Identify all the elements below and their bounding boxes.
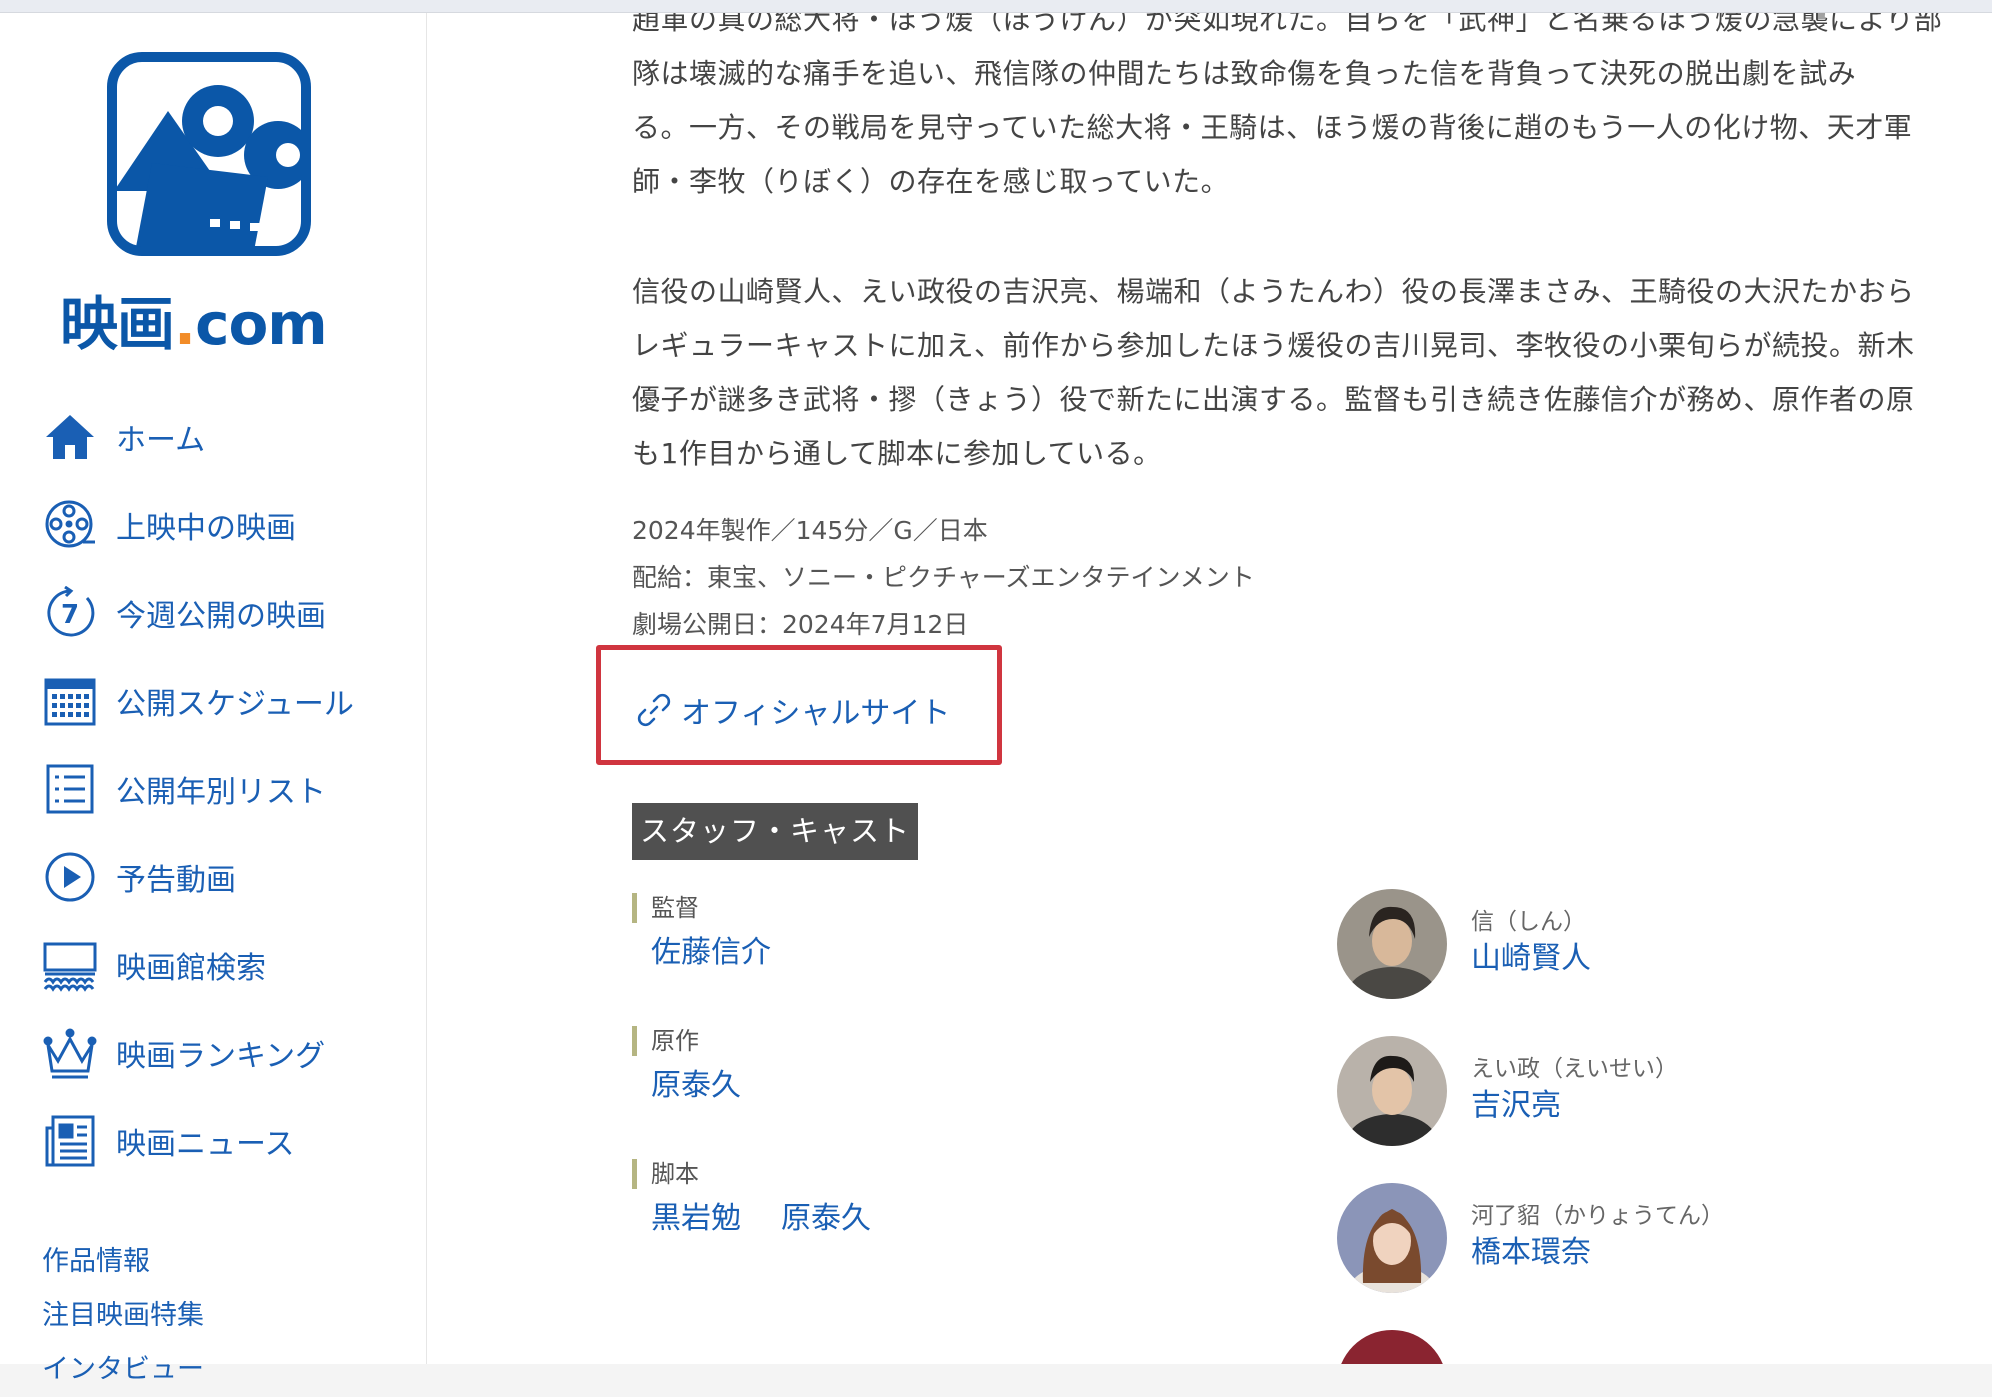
staff-name-link[interactable]: 原泰久	[651, 1064, 741, 1108]
logo-text-main: 映画	[60, 290, 175, 358]
sublink-featured[interactable]: 注目映画特集	[42, 1289, 204, 1343]
synopsis-paragraph-1: 趙軍の真の総大将・ほう煖（ほうけん）が突如現れた。自らを「武神」と名乗るほう煖の…	[632, 13, 1942, 209]
cast-text: えい政（えいせい） 吉沢亮	[1471, 1054, 1678, 1128]
nav-label: 映画ランキング	[116, 1039, 326, 1074]
production-info: 2024年製作／145分／G／日本	[632, 516, 988, 545]
nav-item-schedule[interactable]: 公開スケジュール	[40, 657, 420, 745]
official-site-link[interactable]: オフィシャルサイト	[637, 688, 950, 732]
main-content: 趙軍の真の総大将・ほう煖（ほうけん）が突如現れた。自らを「武神」と名乗るほう煖の…	[427, 13, 1992, 1364]
nav-label: 映画ニュース	[116, 1127, 295, 1162]
main-nav: ホーム 上映中の映画 7 今週公開の映画 公開スケジュール 公開年別リスト 予告…	[40, 393, 420, 1185]
staff-list: 監督 佐藤信介 原作 原泰久 脚本 黒岩勉 原泰久	[632, 893, 1332, 1292]
nav-label: 上映中の映画	[116, 511, 296, 546]
staff-role: 監督	[632, 893, 1332, 923]
synopsis-line: 信役の山崎賢人、えい政役の吉沢亮、楊端和（ようたんわ）役の長澤まさみ、王騎役の大…	[632, 275, 1915, 308]
nav-item-trailers[interactable]: 予告動画	[40, 833, 420, 921]
sidebar-sublinks: 作品情報 注目映画特集 インタビュー	[42, 1235, 204, 1397]
nav-label: 映画館検索	[116, 951, 266, 986]
nav-item-this-week[interactable]: 7 今週公開の映画	[40, 569, 420, 657]
nav-item-yearly-list[interactable]: 公開年別リスト	[40, 745, 420, 833]
avatar[interactable]	[1337, 1330, 1447, 1364]
cast-name-link[interactable]: 山崎賢人	[1471, 937, 1591, 981]
logo-dot: .	[174, 290, 196, 358]
synopsis-line: 隊は壊滅的な痛手を追い、飛信隊の仲間たちは致命傷を負った信を背負って決死の脱出劇…	[632, 57, 1857, 90]
staff-group-original: 原作 原泰久	[632, 1026, 1332, 1159]
cast-item: えい政（えいせい） 吉沢亮	[1337, 1035, 1987, 1147]
home-icon	[40, 407, 100, 467]
staff-name-link[interactable]: 原泰久	[781, 1197, 871, 1241]
sublink-work-info[interactable]: 作品情報	[42, 1235, 204, 1289]
nav-label: ホーム	[116, 423, 206, 458]
play-icon	[40, 847, 100, 907]
staff-role: 原作	[632, 1026, 1332, 1056]
staff-names: 原泰久	[632, 1064, 1332, 1108]
synopsis-line: レギュラーキャストに加え、前作から参加したほう煖役の吉川晃司、李牧役の小栗旬らが…	[632, 329, 1915, 362]
nav-label: 今週公開の映画	[116, 599, 326, 634]
official-site-highlight: オフィシャルサイト	[596, 645, 1002, 765]
staff-cast-header: スタッフ・キャスト	[632, 803, 918, 860]
staff-role: 脚本	[632, 1159, 1332, 1189]
cast-text: 河了貂（かりょうてん） 橋本環奈	[1471, 1201, 1724, 1275]
newspaper-icon	[40, 1111, 100, 1171]
site-logo[interactable]: 映画.com	[60, 51, 360, 371]
list-icon	[40, 759, 100, 819]
cast-role: 信（しん）	[1471, 909, 1586, 935]
browser-top-bar	[0, 0, 1992, 13]
synopsis-line: 優子が謎多き武将・摎（きょう）役で新たに出演する。監督も引き続き佐藤信介が務め、…	[632, 383, 1915, 416]
logo-tld: com	[195, 290, 328, 358]
link-icon	[637, 693, 671, 727]
official-site-label: オフィシャルサイト	[681, 696, 951, 731]
cast-name-link[interactable]: 吉沢亮	[1471, 1084, 1678, 1128]
nav-item-ranking[interactable]: 映画ランキング	[40, 1009, 420, 1097]
release-date: 劇場公開日：2024年7月12日	[632, 610, 969, 639]
staff-name-link[interactable]: 佐藤信介	[651, 931, 771, 975]
nav-label: 公開年別リスト	[116, 775, 326, 810]
sidebar: 映画.com ホーム 上映中の映画 7 今週公開の映画 公開スケジュール 公開年…	[0, 13, 427, 1385]
calendar-icon	[40, 671, 100, 731]
nav-item-now-showing[interactable]: 上映中の映画	[40, 481, 420, 569]
nav-item-home[interactable]: ホーム	[40, 393, 420, 481]
film-reel-icon	[40, 495, 100, 555]
avatar[interactable]	[1337, 1036, 1447, 1146]
logo-mark-icon	[107, 52, 311, 256]
cast-item: 河了貂（かりょうてん） 橋本環奈	[1337, 1182, 1987, 1294]
avatar[interactable]	[1337, 1183, 1447, 1293]
svg-text:7: 7	[61, 600, 79, 630]
staff-names: 佐藤信介	[632, 931, 1332, 975]
nav-label: 公開スケジュール	[116, 687, 354, 722]
synopsis-line: る。一方、その戦局を見守っていた総大将・王騎は、ほう煖の背後に趙のもう一人の化け…	[632, 111, 1913, 144]
seven-days-icon: 7	[40, 583, 100, 643]
theater-icon	[40, 935, 100, 995]
avatar[interactable]	[1337, 889, 1447, 999]
cast-item: 信（しん） 山崎賢人	[1337, 888, 1987, 1000]
nav-item-theater-search[interactable]: 映画館検索	[40, 921, 420, 1009]
crown-icon	[40, 1023, 100, 1083]
nav-label: 予告動画	[116, 863, 236, 898]
distribution-info: 配給：東宝、ソニー・ピクチャーズエンタテインメント	[632, 563, 1255, 592]
cast-role: 河了貂（かりょうてん）	[1471, 1203, 1724, 1229]
synopsis-line: 師・李牧（りぼく）の存在を感じ取っていた。	[632, 165, 1230, 198]
staff-names: 黒岩勉 原泰久	[632, 1197, 1332, 1241]
staff-group-screenplay: 脚本 黒岩勉 原泰久	[632, 1159, 1332, 1292]
synopsis-line: も1作目から通して脚本に参加している。	[632, 437, 1162, 470]
synopsis-paragraph-2: 信役の山崎賢人、えい政役の吉沢亮、楊端和（ようたんわ）役の長澤まさみ、王騎役の大…	[632, 265, 1915, 481]
staff-name-link[interactable]: 黒岩勉	[651, 1197, 741, 1241]
staff-group-director: 監督 佐藤信介	[632, 893, 1332, 1026]
sublink-interview[interactable]: インタビュー	[42, 1343, 204, 1397]
movie-meta: 2024年製作／145分／G／日本 配給：東宝、ソニー・ピクチャーズエンタテイン…	[632, 507, 1255, 648]
cast-item: 羌かい（きょうかい）	[1337, 1329, 1987, 1364]
cast-name-link[interactable]: 橋本環奈	[1471, 1231, 1724, 1275]
cast-role: えい政（えいせい）	[1471, 1056, 1678, 1082]
logo-wordmark: 映画.com	[60, 277, 360, 361]
nav-item-news[interactable]: 映画ニュース	[40, 1097, 420, 1185]
cast-text: 信（しん） 山崎賢人	[1471, 907, 1591, 981]
synopsis-line: 趙軍の真の総大将・ほう煖（ほうけん）が突如現れた。自らを「武神」と名乗るほう煖の…	[632, 13, 1943, 36]
